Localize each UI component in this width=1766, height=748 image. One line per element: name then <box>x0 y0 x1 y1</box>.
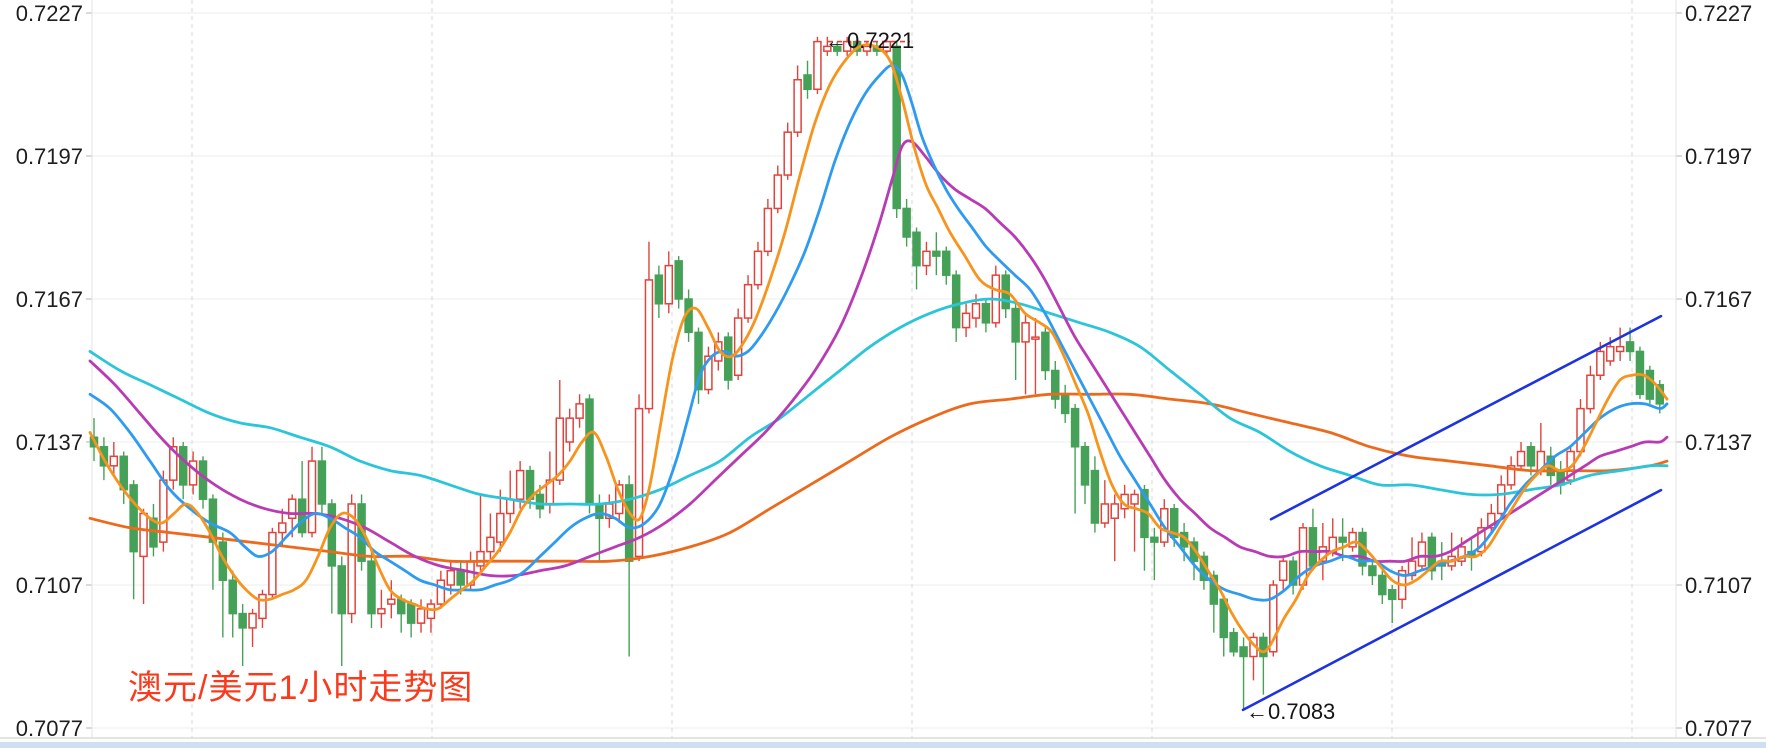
channel-lower <box>1241 488 1663 712</box>
candlestick-chart: 0.7227 0.7197 0.7167 0.7137 0.7107 0.7077 0.7… <box>0 0 1766 741</box>
price-tick-label: 0.7227 <box>1685 1 1752 26</box>
bottom-scroll-strip[interactable] <box>0 742 1766 748</box>
ma-line-ma-45 <box>88 297 1669 506</box>
price-tick-label: 0.7107 <box>16 573 83 598</box>
price-axis-left: 0.7227 0.7197 0.7167 0.7137 0.7107 0.7077 <box>16 1 83 741</box>
candles-layer <box>89 36 1665 709</box>
price-tick-label: 0.7227 <box>16 1 83 26</box>
chart-title: 澳元/美元1小时走势图 <box>128 669 474 707</box>
price-tick-label: 0.7137 <box>1685 430 1752 455</box>
grid-layer <box>0 0 1766 739</box>
price-tick-label: 0.7077 <box>1685 716 1752 741</box>
price-tick-label: 0.7077 <box>16 716 83 741</box>
price-tick-label: 0.7167 <box>16 287 83 312</box>
price-tick-label: 0.7137 <box>16 430 83 455</box>
price-tick-label: 0.7107 <box>1685 573 1752 598</box>
price-tick-label: 0.7197 <box>1685 144 1752 169</box>
price-tick-label: 0.7167 <box>1685 287 1752 312</box>
price-axis-right: 0.7227 0.7197 0.7167 0.7137 0.7107 0.7077 <box>1685 1 1752 741</box>
high-price-annotation: ←0.7221 <box>825 28 915 53</box>
low-price-annotation: ←0.7083 <box>1246 699 1336 724</box>
ma-line-ma-25 <box>88 139 1669 578</box>
chart-window: 0.7227 0.7197 0.7167 0.7137 0.7107 0.7077 0.7… <box>0 0 1766 748</box>
ma-line-ma-10 <box>88 64 1669 602</box>
price-tick-label: 0.7197 <box>16 144 83 169</box>
